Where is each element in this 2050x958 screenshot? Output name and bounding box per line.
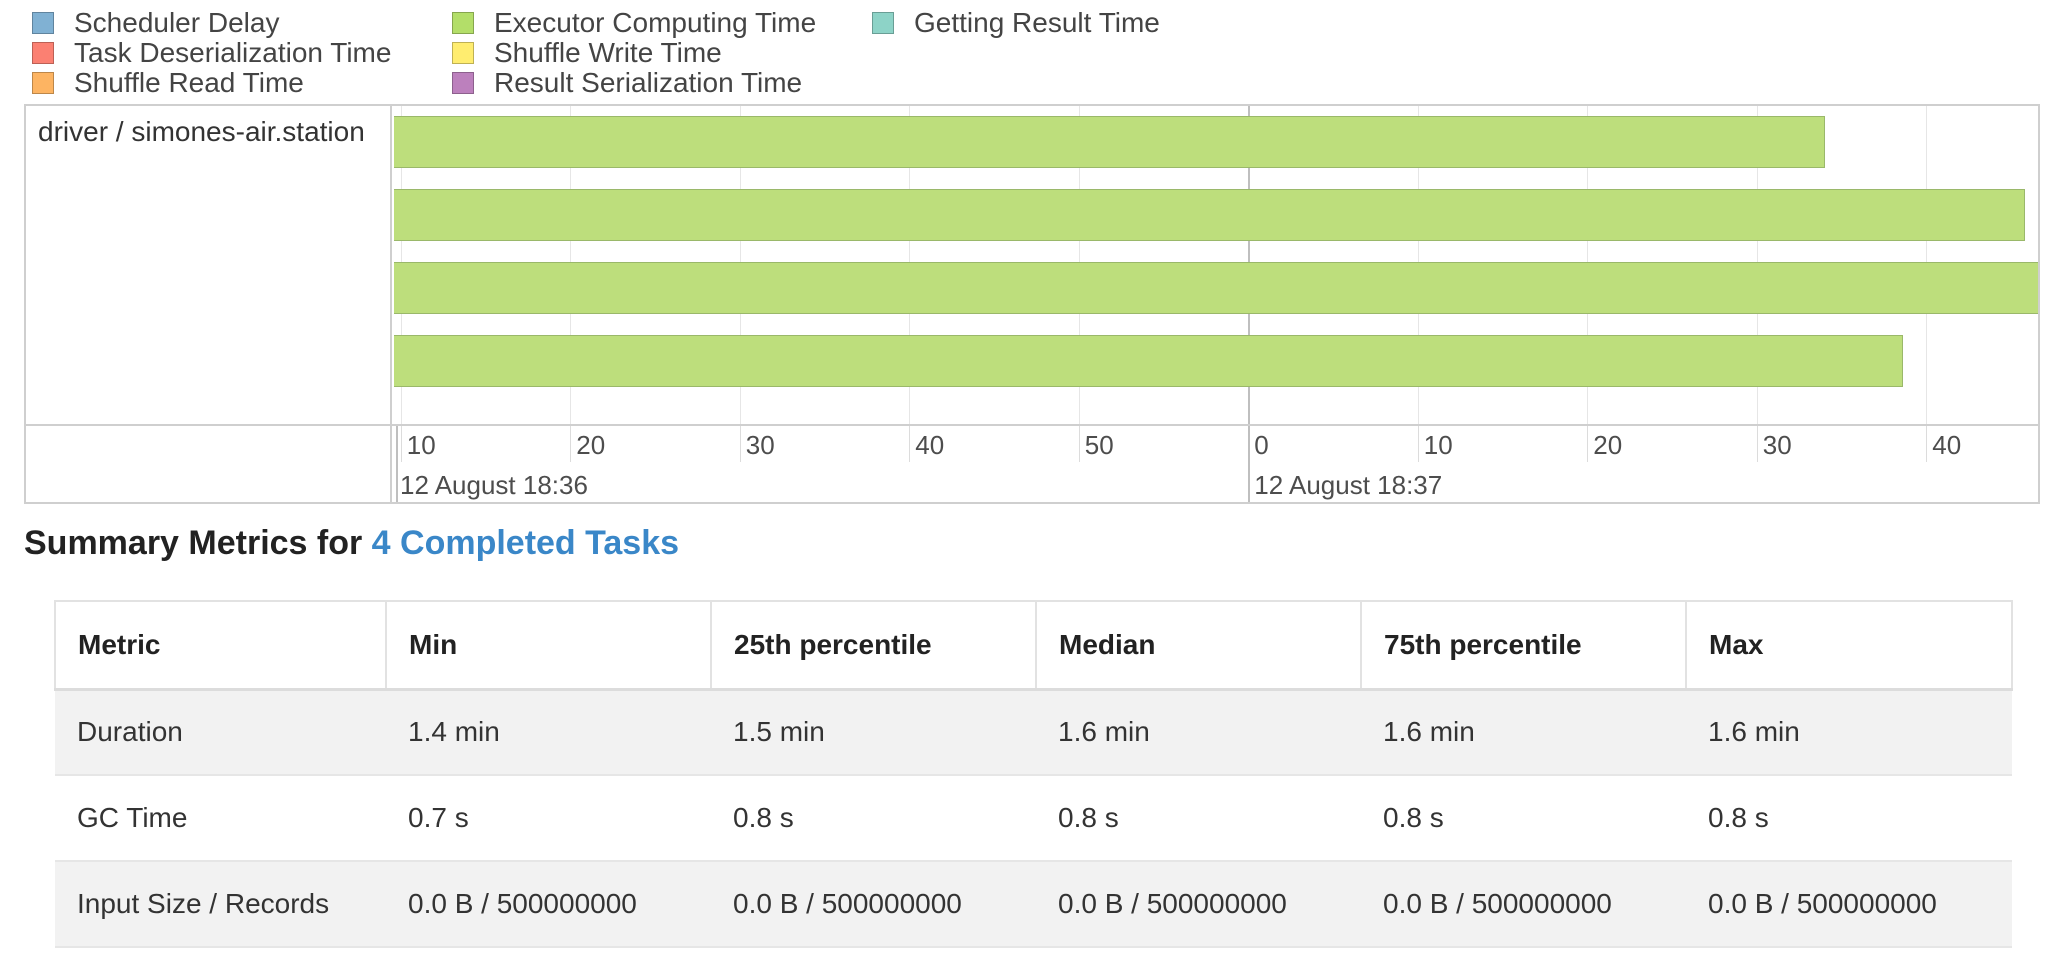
axis-minor-tick-label: 50: [1084, 430, 1114, 460]
axis-tick: [396, 426, 398, 502]
column-header-25th-percentile[interactable]: 25th percentile: [710, 600, 1037, 691]
summary-title-prefix: Summary Metrics for: [24, 524, 372, 562]
axis-tick: [1587, 426, 1589, 462]
metric-value-cell: 0.0 B / 500000000: [386, 861, 711, 948]
column-header-75th-percentile[interactable]: 75th percentile: [1360, 600, 1687, 691]
legend-swatch-icon: [32, 72, 54, 94]
metric-name-cell: GC Time: [55, 775, 386, 862]
legend-label: Getting Result Time: [914, 7, 1160, 38]
axis-tick: [400, 426, 402, 462]
metric-value-cell: 0.0 B / 500000000: [1686, 861, 2012, 948]
table-header-row: Metric Min 25th percentile Median 75th p…: [54, 600, 2013, 691]
table-row: Input Size / Records 0.0 B / 500000000 0…: [55, 861, 2012, 948]
legend-label: Shuffle Write Time: [494, 37, 722, 68]
metric-value-cell: 0.0 B / 500000000: [1361, 861, 1686, 948]
task-timeline: driver / simones-air.station 10 20 30 40 50 0…: [24, 104, 2040, 504]
legend-label: Shuffle Read Time: [74, 67, 304, 98]
legend-label: Task Deserialization Time: [74, 37, 392, 68]
summary-metrics-table: Metric Min 25th percentile Median 75th p…: [54, 600, 2013, 948]
axis-major-tick-label: 12 August 18:36: [400, 470, 588, 500]
axis-minor-tick-label: 30: [1762, 430, 1792, 460]
axis-minor-tick-label: 10: [1423, 430, 1453, 460]
metric-value-cell: 0.8 s: [1686, 775, 2012, 862]
table-row: Duration 1.4 min 1.5 min 1.6 min 1.6 min…: [55, 689, 2012, 776]
legend-item-executor-computing-time: Executor Computing Time: [452, 7, 817, 38]
metric-value-cell: 0.7 s: [386, 775, 711, 862]
metric-value-cell: 0.0 B / 500000000: [1036, 861, 1361, 948]
task-bar[interactable]: [394, 189, 2025, 241]
axis-tick: [1756, 426, 1758, 462]
table-row: GC Time 0.7 s 0.8 s 0.8 s 0.8 s 0.8 s: [55, 775, 2012, 862]
legend-label: Executor Computing Time: [494, 7, 817, 38]
axis-minor-tick-label: 30: [745, 430, 775, 460]
task-bar[interactable]: [394, 116, 1825, 168]
axis-minor-tick-label: 10: [406, 430, 436, 460]
legend-label: Scheduler Delay: [74, 7, 280, 38]
axis-major-tick-label: 12 August 18:37: [1254, 470, 1443, 500]
legend-item-result-serialization-time: Result Serialization Time: [452, 67, 803, 98]
legend-swatch-icon: [32, 42, 54, 64]
axis-minor-tick-label: 40: [1932, 430, 1962, 460]
legend-item-scheduler-delay: Scheduler Delay: [32, 7, 280, 38]
task-bar[interactable]: [394, 335, 1903, 387]
axis-tick: [739, 426, 741, 462]
metric-value-cell: 1.6 min: [1686, 689, 2012, 776]
timeline-group-label: driver / simones-air.station: [38, 116, 365, 147]
axis-minor-tick-label: 20: [576, 430, 606, 460]
timeline-time-axis: 10 20 30 40 50 0 10 20 30 40 12 August 18:36 12 Aug…: [394, 426, 2038, 502]
task-bar[interactable]: [394, 262, 2038, 314]
axis-tick: [570, 426, 572, 462]
summary-metrics-title: Summary Metrics for 4 Completed Tasks: [24, 524, 679, 563]
timeline-plot-area[interactable]: [394, 106, 2038, 424]
column-header-max[interactable]: Max: [1685, 600, 2013, 691]
legend-swatch-icon: [452, 72, 474, 94]
metric-value-cell: 0.8 s: [1361, 775, 1686, 862]
axis-tick: [1248, 426, 1251, 502]
axis-tick: [909, 426, 911, 462]
metric-value-cell: 1.6 min: [1361, 689, 1686, 776]
metric-value-cell: 0.0 B / 500000000: [711, 861, 1036, 948]
axis-tick: [1078, 426, 1080, 462]
legend-item-shuffle-write-time: Shuffle Write Time: [452, 37, 722, 68]
axis-tick: [1417, 426, 1419, 462]
axis-tick: [1926, 426, 1928, 462]
legend-swatch-icon: [452, 12, 474, 34]
column-header-min[interactable]: Min: [385, 600, 712, 691]
legend-swatch-icon: [872, 12, 894, 34]
axis-minor-tick-label: 20: [1593, 430, 1623, 460]
legend-item-shuffle-read-time: Shuffle Read Time: [32, 67, 304, 98]
axis-minor-tick-label: 0: [1254, 430, 1269, 460]
axis-minor-tick-label: 40: [915, 430, 945, 460]
timeline-group-column: driver / simones-air.station: [26, 106, 392, 502]
legend-label: Result Serialization Time: [494, 67, 803, 98]
metric-name-cell: Duration: [55, 689, 386, 776]
metric-value-cell: 0.8 s: [711, 775, 1036, 862]
metric-name-cell: Input Size / Records: [55, 861, 386, 948]
metric-value-cell: 0.8 s: [1036, 775, 1361, 862]
metric-value-cell: 1.5 min: [711, 689, 1036, 776]
legend-item-task-deserialization-time: Task Deserialization Time: [32, 37, 392, 68]
metric-value-cell: 1.6 min: [1036, 689, 1361, 776]
column-header-metric[interactable]: Metric: [54, 600, 387, 691]
legend-swatch-icon: [32, 12, 54, 34]
completed-tasks-link[interactable]: 4 Completed Tasks: [372, 524, 679, 562]
legend-item-getting-result-time: Getting Result Time: [872, 7, 1160, 38]
legend-swatch-icon: [452, 42, 474, 64]
column-header-median[interactable]: Median: [1035, 600, 1362, 691]
metric-value-cell: 1.4 min: [386, 689, 711, 776]
